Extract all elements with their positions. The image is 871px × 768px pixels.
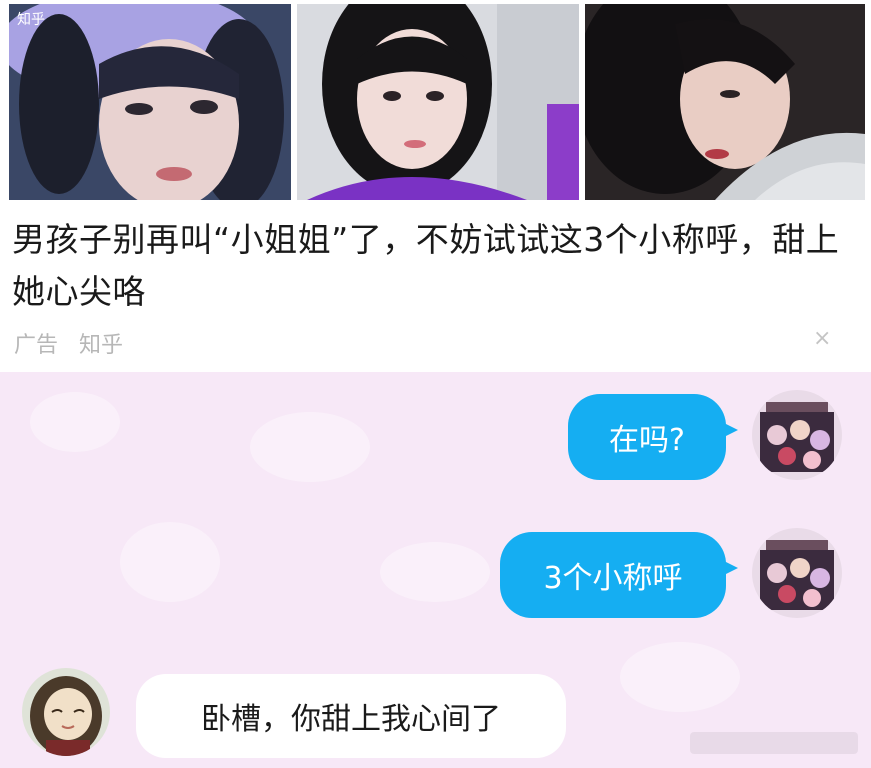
ad-photo-2 <box>297 4 579 200</box>
background-pattern <box>30 392 120 452</box>
ad-photo-1: 知乎 <box>9 4 291 200</box>
outgoing-message-bubble[interactable]: 3个小称呼 <box>500 532 738 618</box>
outgoing-message-bubble[interactable]: 在吗? <box>568 394 738 480</box>
avatar[interactable] <box>752 390 842 480</box>
avatar[interactable] <box>22 668 110 756</box>
ad-meta: 广告 知乎 <box>14 327 137 359</box>
ad-tag: 广告 <box>14 333 59 358</box>
ad-headline[interactable]: 男孩子别再叫“小姐姐”了，不妨试试这3个小称呼，甜上她心尖咯 <box>12 214 862 318</box>
message-text: 3个小称呼 <box>543 561 683 596</box>
ad-card[interactable]: 知乎 男孩子别再叫“小姐姐”了，不妨试试这3个小称呼，甜上她心尖咯 广告 知乎 … <box>0 0 871 372</box>
image-watermark: 知乎 <box>17 11 45 28</box>
avatar[interactable] <box>752 528 842 618</box>
incoming-message-bubble[interactable]: 卧槽，你甜上我心间了 <box>136 674 566 758</box>
watermark <box>690 732 858 754</box>
background-pattern <box>380 542 490 602</box>
background-pattern <box>250 412 370 482</box>
background-pattern <box>120 522 220 602</box>
message-text: 卧槽，你甜上我心间了 <box>201 702 501 737</box>
ad-source[interactable]: 知乎 <box>79 333 123 358</box>
ad-image-strip: 知乎 <box>9 4 865 200</box>
message-text: 在吗? <box>609 423 685 458</box>
chat-area[interactable]: 在吗? 3个小称呼 卧槽，你甜上我心间了 <box>0 372 871 768</box>
ad-photo-3 <box>585 4 865 200</box>
close-icon[interactable]: × <box>813 326 831 351</box>
background-pattern <box>620 642 740 712</box>
